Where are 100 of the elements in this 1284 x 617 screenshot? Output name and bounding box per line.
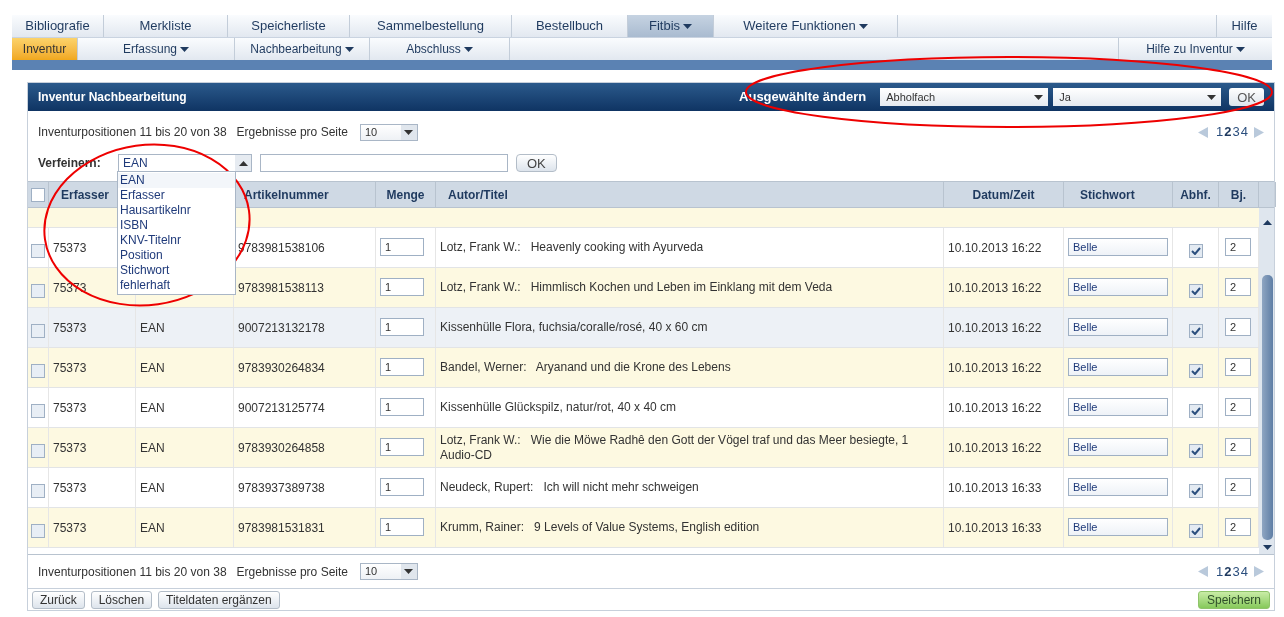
ok-button[interactable]: OK	[516, 154, 557, 172]
keyword-input[interactable]: Belle	[1068, 438, 1168, 456]
page-link[interactable]: 1	[1216, 122, 1224, 142]
quantity-input[interactable]: 1	[380, 478, 424, 496]
action-button[interactable]: Titeldaten ergänzen	[158, 590, 280, 609]
row-checkbox[interactable]	[31, 523, 45, 538]
keyword-input[interactable]: Belle	[1068, 358, 1168, 376]
menu-tab[interactable]: Hilfe	[1217, 15, 1272, 37]
row-checkbox[interactable]	[31, 323, 45, 338]
previous-page-icon[interactable]	[1198, 566, 1209, 577]
quantity-input[interactable]: 1	[380, 438, 424, 456]
table-row[interactable]: 75373 EAN 9783930264858 1 Lotz, Frank W.: Wie die Möwe Radhê den Gott der Vögel traf und das Meer besiegte, 1 Audio-CD 10.10.2013 16:22 Belle 2	[28, 428, 1259, 468]
quantity-input[interactable]: 1	[380, 398, 424, 416]
submenu-tab[interactable]: Erfassung	[78, 38, 235, 60]
column-header[interactable]: Datum/Zeit	[972, 185, 1035, 204]
dropdown-option[interactable]: Erfasser	[118, 188, 235, 203]
pickup-checkbox[interactable]	[1188, 243, 1203, 258]
year-input[interactable]: 2	[1225, 318, 1251, 336]
scrollbar-thumb[interactable]	[1262, 275, 1273, 540]
year-input[interactable]: 2	[1225, 278, 1251, 296]
row-checkbox[interactable]	[31, 403, 45, 418]
action-button[interactable]: Speichern	[1197, 590, 1270, 609]
year-input[interactable]: 2	[1225, 398, 1251, 416]
column-header[interactable]: Abhf.	[1180, 185, 1211, 204]
quantity-input[interactable]: 1	[380, 518, 424, 536]
table-row[interactable]: 75373 EAN 9783981531831 1 Krumm, Rainer: 9 Levels of Value Systems, English edition 10.10.2013 16:33 Belle 2	[28, 508, 1259, 548]
select-all-checkbox[interactable]	[31, 187, 45, 202]
quantity-input[interactable]: 1	[380, 278, 424, 296]
table-cell-text: 75373	[53, 439, 87, 457]
column-header[interactable]: Stichwort	[1080, 185, 1135, 204]
action-button[interactable]: Löschen	[90, 590, 153, 609]
next-page-icon[interactable]	[1254, 566, 1264, 577]
table-row[interactable]: 75373 EAN 9007213125774 1 Kissenhülle Glückspilz, natur/rot, 40 x 40 cm 10.10.2013 16:22 Belle 2	[28, 388, 1259, 428]
dropdown-option[interactable]: Position	[118, 248, 235, 263]
page-link[interactable]: 3	[1232, 561, 1240, 582]
dropdown-option[interactable]: fehlerhaft	[118, 278, 235, 293]
table-row[interactable]: 75373 EAN 9007213132178 1 Kissenhülle Flora, fuchsia/coralle/rosé, 40 x 60 cm 10.10.2013 16:22 Belle 2	[28, 308, 1259, 348]
table-row[interactable]: 75373 EAN 9783930264834 1 Bandel, Werner: Aryanand und die Krone des Lebens 10.10.2013 16:22 Belle 2	[28, 348, 1259, 388]
dropdown-option[interactable]: EAN	[118, 173, 235, 188]
pickup-checkbox[interactable]	[1188, 403, 1203, 418]
table-row[interactable]: 75373 EAN 9783937389738 1 Neudeck, Rupert: Ich will nicht mehr schweigen 10.10.2013 16:33 Belle 2	[28, 468, 1259, 508]
quantity-input[interactable]: 1	[380, 318, 424, 336]
quantity-input[interactable]: 1	[380, 238, 424, 256]
per-page-dropdown[interactable]: 10	[360, 563, 418, 580]
pickup-checkbox[interactable]	[1188, 323, 1203, 338]
column-header[interactable]: Menge	[386, 185, 425, 204]
year-input[interactable]: 2	[1225, 238, 1251, 256]
page-link[interactable]: 3	[1232, 122, 1240, 142]
page-link[interactable]: 2	[1224, 122, 1232, 142]
submenu-tab[interactable]: Abschluss	[370, 38, 510, 60]
refine-dropdown[interactable]: EAN	[118, 154, 252, 172]
submenu-tab[interactable]: Nachbearbeitung	[235, 38, 370, 60]
dropdown-option[interactable]: KNV-Titelnr	[118, 233, 235, 248]
column-header[interactable]: Bj.	[1230, 185, 1247, 204]
keyword-input[interactable]: Belle	[1068, 518, 1168, 536]
column-header[interactable]: Erfasser	[61, 185, 110, 204]
pickup-checkbox[interactable]	[1188, 523, 1203, 538]
row-checkbox[interactable]	[31, 243, 45, 258]
page-link[interactable]: 4	[1240, 122, 1248, 142]
previous-page-icon[interactable]	[1198, 126, 1209, 138]
table-cell-text: 9783930264834	[238, 359, 325, 377]
year-input[interactable]: 2	[1225, 358, 1251, 376]
check-icon	[1190, 366, 1201, 375]
submenu-tab[interactable]: Inventur	[12, 38, 78, 60]
panel-title: Inventur Nachbearbeitung	[38, 89, 187, 106]
submenu-tab[interactable]: Hilfe zu Inventur	[1119, 38, 1272, 60]
action-button[interactable]: Zurück	[32, 590, 85, 609]
pickup-checkbox[interactable]	[1188, 283, 1203, 298]
next-page-icon[interactable]	[1254, 126, 1264, 138]
page-link[interactable]: 1	[1216, 561, 1224, 582]
year-input[interactable]: 2	[1225, 518, 1251, 536]
pickup-checkbox[interactable]	[1188, 443, 1203, 458]
keyword-input[interactable]: Belle	[1068, 318, 1168, 336]
scrollbar[interactable]	[1259, 208, 1274, 554]
pickup-checkbox[interactable]	[1188, 483, 1203, 498]
page-link[interactable]: 2	[1224, 561, 1232, 582]
keyword-input[interactable]: Belle	[1068, 278, 1168, 296]
table-cell-text: 75373	[53, 399, 87, 417]
keyword-input[interactable]: Belle	[1068, 238, 1168, 256]
column-header[interactable]: Autor/Titel	[448, 185, 508, 204]
value-dropdown[interactable]: Ja	[1053, 88, 1222, 106]
per-page-dropdown[interactable]: 10	[360, 123, 418, 141]
row-checkbox[interactable]	[31, 483, 45, 498]
ok-button[interactable]: OK	[1229, 88, 1264, 106]
quantity-input[interactable]: 1	[380, 358, 424, 376]
year-input[interactable]: 2	[1225, 438, 1251, 456]
refine-input[interactable]	[260, 154, 508, 172]
dropdown-option[interactable]: Hausartikelnr	[118, 203, 235, 218]
title-text: Bandel, Werner: Aryanand und die Krone des Lebens	[440, 360, 731, 375]
year-input[interactable]: 2	[1225, 478, 1251, 496]
row-checkbox[interactable]	[31, 363, 45, 378]
keyword-input[interactable]: Belle	[1068, 398, 1168, 416]
row-checkbox[interactable]	[31, 283, 45, 298]
field-dropdown[interactable]: Abholfach	[880, 88, 1049, 106]
menu-tab[interactable]: Fitbis	[628, 15, 714, 37]
table-cell-text: EAN	[140, 399, 165, 417]
row-checkbox[interactable]	[31, 443, 45, 458]
page-link[interactable]: 4	[1240, 561, 1248, 582]
pickup-checkbox[interactable]	[1188, 363, 1203, 378]
keyword-input[interactable]: Belle	[1068, 478, 1168, 496]
